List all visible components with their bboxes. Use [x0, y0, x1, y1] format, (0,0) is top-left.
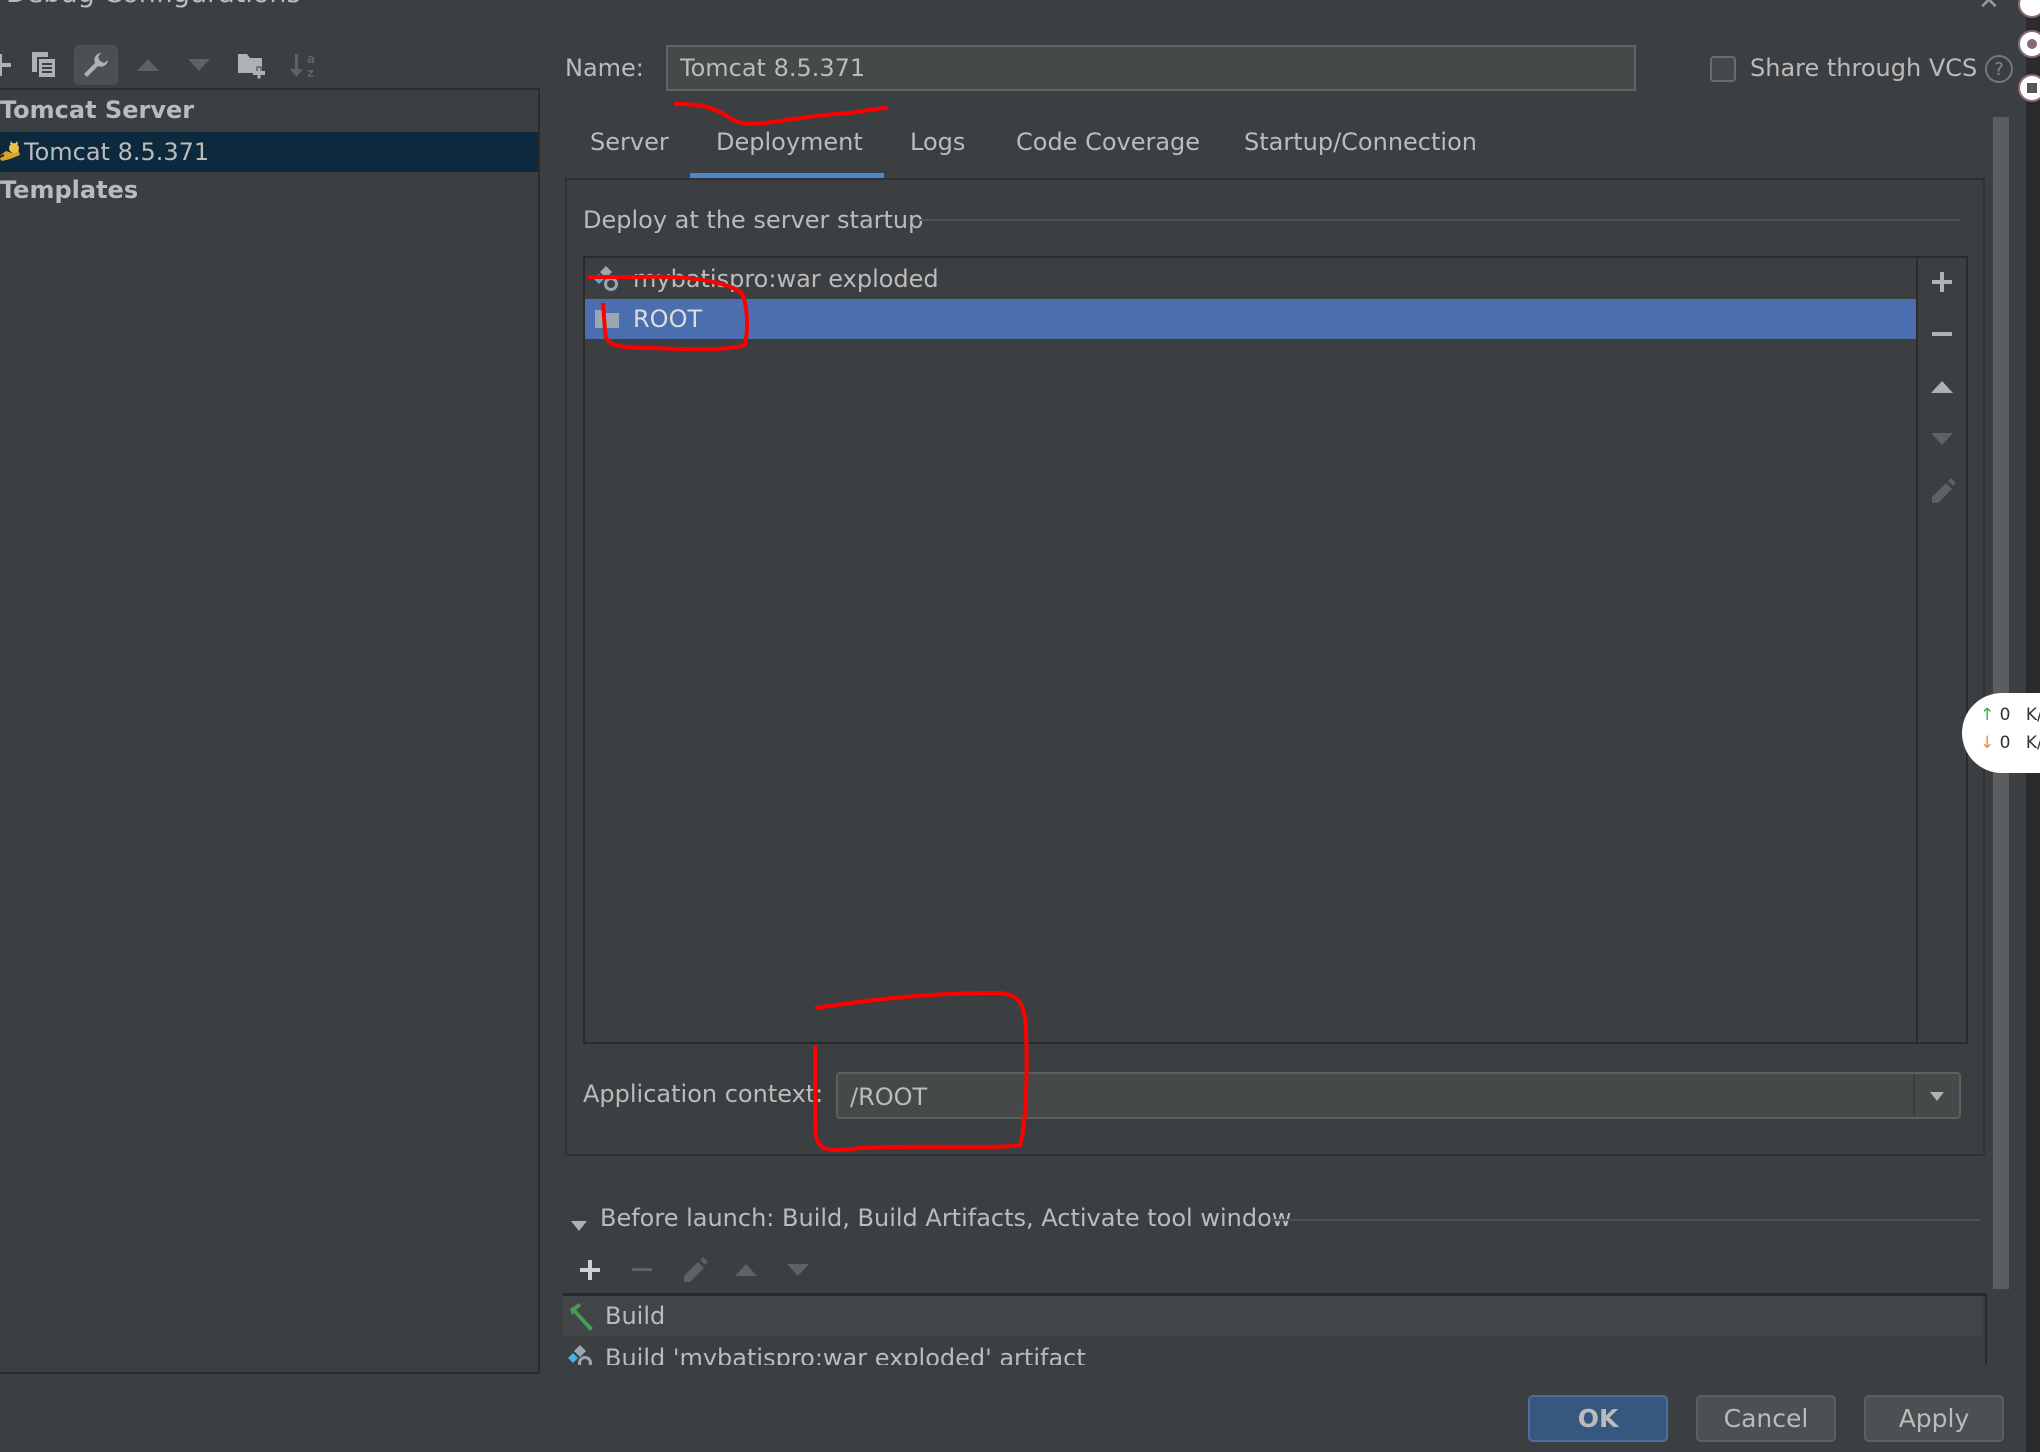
move-task-up-button[interactable]	[728, 1252, 764, 1288]
remove-task-button[interactable]	[624, 1252, 660, 1288]
name-input-value: Tomcat 8.5.371	[680, 54, 866, 82]
before-launch-title: Before launch: Build, Build Artifacts, A…	[600, 1204, 1292, 1232]
window-title: Debug Configurations	[6, 0, 301, 9]
tree-item-tomcat[interactable]: Tomcat 8.5.371	[0, 132, 538, 172]
apply-button[interactable]: Apply	[1864, 1395, 2004, 1442]
upload-unit: K/	[2025, 705, 2040, 725]
edit-task-button[interactable]	[676, 1252, 712, 1288]
share-vcs-label[interactable]: Share through VCS	[1750, 54, 1977, 82]
tab-deployment[interactable]: Deployment	[716, 128, 863, 156]
tree-group-tomcat-server[interactable]: Tomcat Server	[0, 96, 194, 124]
app-context-value: /ROOT	[850, 1083, 928, 1111]
list-item-label: Build 'mybatispro:war exploded' artifact	[605, 1344, 1086, 1365]
arrow-up-icon[interactable]	[126, 45, 170, 85]
list-item[interactable]: mybatispro:war exploded	[585, 259, 1916, 299]
download-arrow-icon: ↓	[1980, 733, 1995, 753]
list-item[interactable]: Build	[563, 1296, 1983, 1336]
artifact-icon	[593, 264, 623, 294]
download-value: 0	[1999, 733, 2011, 753]
svg-text:z: z	[307, 66, 314, 80]
list-item-label: ROOT	[633, 305, 703, 333]
edit-artifact-button[interactable]	[1924, 473, 1960, 509]
before-launch-list[interactable]: Build Build 'mybatispro:war exploded' ar…	[563, 1293, 1987, 1365]
move-artifact-down-button[interactable]	[1924, 421, 1960, 457]
upload-value: 0	[1999, 705, 2011, 725]
before-launch-divider	[1272, 1219, 1980, 1221]
network-speed-widget: ↑ 0 K/ ↓ 0 K/	[1962, 693, 2040, 773]
cancel-button[interactable]: Cancel	[1696, 1395, 1836, 1442]
add-artifact-button[interactable]	[1924, 264, 1960, 300]
app-context-label: Application context:	[583, 1080, 824, 1108]
chevron-down-icon[interactable]	[1913, 1074, 1959, 1117]
folder-icon	[593, 304, 623, 334]
close-icon[interactable]: ✕	[1978, 0, 2000, 16]
svg-text:a: a	[307, 52, 315, 66]
collapse-triangle-icon[interactable]	[570, 1211, 588, 1231]
name-input[interactable]: Tomcat 8.5.371	[666, 45, 1636, 91]
tab-server[interactable]: Server	[590, 128, 669, 156]
deploy-section-title: Deploy at the server startup	[583, 206, 924, 234]
section-divider	[918, 219, 1960, 221]
deployment-list[interactable]	[583, 256, 1968, 1044]
remove-artifact-button[interactable]	[1924, 316, 1960, 352]
name-label: Name:	[565, 54, 644, 82]
tab-logs[interactable]: Logs	[910, 128, 965, 156]
wrench-icon[interactable]	[74, 45, 118, 85]
configuration-tree[interactable]: Tomcat Server Tomcat 8.5.371 Templates	[0, 88, 540, 1374]
before-launch-header[interactable]: Before launch: Build, Build Artifacts, A…	[570, 1204, 1291, 1232]
move-task-down-button[interactable]	[780, 1252, 816, 1288]
download-unit: K/	[2025, 733, 2040, 753]
add-task-button[interactable]	[572, 1252, 608, 1288]
list-item-label: Build	[605, 1302, 666, 1330]
list-toolbar-divider	[1916, 258, 1918, 1042]
gear-icon	[2010, 0, 2040, 118]
copy-icon[interactable]	[22, 45, 66, 85]
upload-arrow-icon: ↑	[1980, 705, 1995, 725]
share-vcs-checkbox[interactable]	[1710, 56, 1736, 82]
tab-code-coverage[interactable]: Code Coverage	[1016, 128, 1200, 156]
list-item-selected[interactable]: ROOT	[585, 299, 1916, 339]
tomcat-icon	[0, 139, 22, 165]
list-item-label: mybatispro:war exploded	[633, 265, 939, 293]
folder-add-icon[interactable]	[230, 45, 274, 85]
move-artifact-up-button[interactable]	[1924, 369, 1960, 405]
app-context-combo[interactable]: /ROOT	[836, 1072, 1961, 1119]
tree-item-label: Tomcat 8.5.371	[24, 138, 210, 166]
plus-icon[interactable]	[0, 45, 22, 85]
ok-button[interactable]: OK	[1528, 1395, 1668, 1442]
tree-group-templates[interactable]: Templates	[0, 176, 138, 204]
hammer-icon	[567, 1301, 597, 1331]
help-icon[interactable]: ?	[1985, 55, 2013, 83]
tab-startup-connection[interactable]: Startup/Connection	[1244, 128, 1477, 156]
arrow-down-icon[interactable]	[177, 45, 221, 85]
help-glyph: ?	[1994, 58, 2004, 80]
artifact-icon	[567, 1343, 597, 1365]
sort-alpha-icon[interactable]: az	[282, 45, 326, 85]
list-item[interactable]: Build 'mybatispro:war exploded' artifact	[563, 1338, 1983, 1365]
